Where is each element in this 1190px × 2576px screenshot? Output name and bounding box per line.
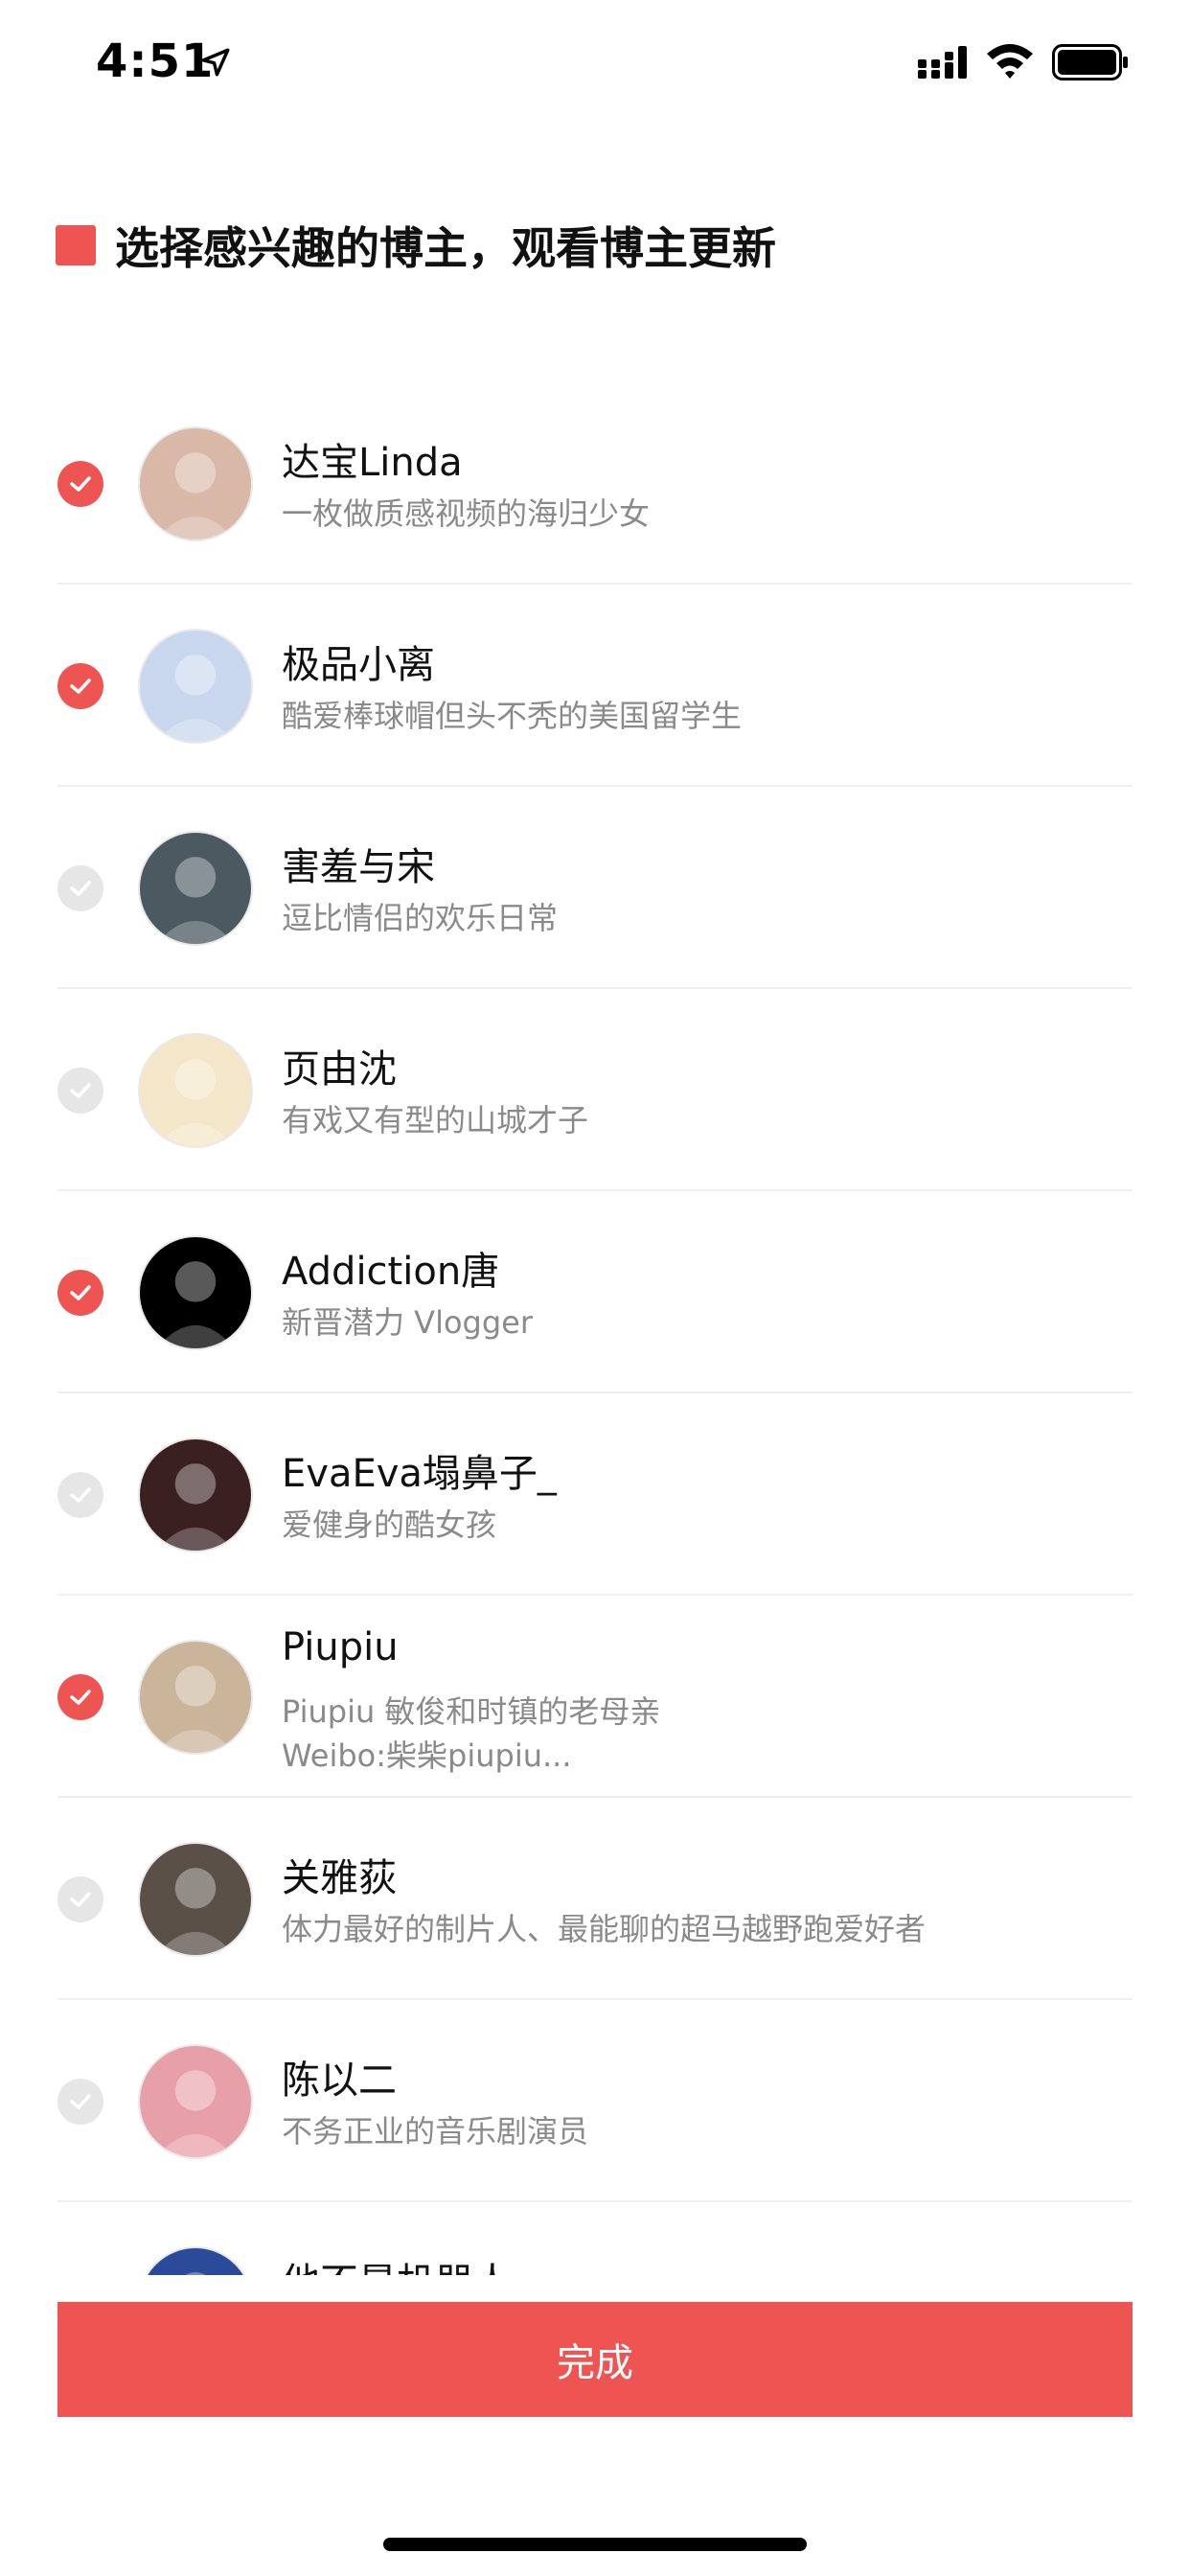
row-divider [57,1594,1133,1596]
avatar[interactable] [138,1033,253,1148]
blogger-name: 陈以二 [282,2058,397,2103]
select-checkbox[interactable] [57,1876,103,1922]
row-divider [57,2200,1133,2202]
blogger-description: 不务正业的音乐剧演员 [282,2113,589,2150]
blogger-row[interactable]: 达宝Linda 一枚做质感视频的海归少女 [0,383,1190,585]
blogger-description: 逗比情侣的欢乐日常 [282,900,559,936]
checkmark-icon [70,881,91,896]
blogger-row[interactable]: Piupiu Piupiu 敏俊和时镇的老母亲 Weibo:柴柴piupiu... [0,1597,1190,1798]
checkmark-icon [70,1690,91,1705]
select-checkbox[interactable] [57,663,103,709]
checkmark-icon [70,476,91,492]
status-time: 4:51 [96,34,215,88]
blogger-name: Addiction唐 [282,1250,500,1294]
checkmark-icon [70,1892,91,1907]
select-checkbox[interactable] [57,1472,103,1518]
select-checkbox[interactable] [57,461,103,507]
done-button[interactable]: 完成 [57,2302,1133,2417]
avatar[interactable] [138,426,253,541]
blogger-row[interactable]: 页由沈有戏又有型的山城才子 [0,990,1190,1191]
blogger-list[interactable]: 达宝Linda 一枚做质感视频的海归少女极品小离酷爱棒球帽但头不秃的美国留学生害羞… [0,383,1190,2275]
cellular-signal-icon [918,46,967,79]
checkmark-icon [70,678,91,694]
page-header: 选择感兴趣的博主，观看博主更新 [56,217,776,274]
checkmark-icon [70,1083,91,1098]
blogger-name: 达宝Linda [282,441,463,485]
checkmark-icon [70,1487,91,1503]
blogger-row[interactable]: Addiction唐新晋潜力 Vlogger [0,1192,1190,1393]
avatar[interactable] [138,1235,253,1350]
blogger-name: 页由沈 [282,1047,397,1092]
blogger-name: 极品小离 [282,643,435,687]
blogger-description: Piupiu 敏俊和时镇的老母亲 [282,1693,661,1730]
row-divider [57,785,1133,787]
blogger-name: Piupiu [282,1625,399,1669]
select-checkbox[interactable] [57,1270,103,1316]
location-arrow-icon [201,48,230,77]
checkmark-icon [70,2094,91,2109]
blogger-description: 有戏又有型的山城才子 [282,1102,589,1138]
avatar[interactable] [138,1438,253,1552]
row-divider [57,583,1133,585]
battery-icon [1052,44,1128,80]
blogger-row[interactable]: 关雅荻体力最好的制片人、最能聊的超马越野跑爱好者 [0,1799,1190,2000]
avatar[interactable] [138,831,253,946]
blogger-row[interactable]: 害羞与宋逗比情侣的欢乐日常 [0,788,1190,989]
blogger-description: 爱健身的酷女孩 [282,1506,497,1543]
blogger-name: 害羞与宋 [282,845,435,889]
blogger-name: EvaEva塌鼻子_ [282,1452,557,1496]
avatar[interactable] [138,2044,253,2159]
blogger-row[interactable]: 他不是机器人 [0,2203,1190,2275]
avatar[interactable] [138,1640,253,1755]
home-indicator[interactable] [383,2538,807,2551]
status-bar: 4:51 [0,0,1190,126]
select-checkbox[interactable] [57,865,103,911]
row-divider [57,1392,1133,1393]
checkmark-icon [70,1285,91,1300]
blogger-description: 体力最好的制片人、最能聊的超马越野跑爱好者 [282,1911,927,1947]
avatar[interactable] [138,629,253,744]
page-title: 选择感兴趣的博主，观看博主更新 [115,222,776,274]
blogger-name: 他不是机器人 [282,2251,512,2275]
wifi-icon [987,44,1033,79]
blogger-row[interactable]: 陈以二不务正业的音乐剧演员 [0,2001,1190,2202]
select-checkbox[interactable] [57,2079,103,2125]
row-divider [57,1796,1133,1798]
row-divider [57,987,1133,989]
select-checkbox[interactable] [57,1068,103,1114]
select-checkbox[interactable] [57,1674,103,1720]
avatar[interactable] [138,2246,253,2275]
blogger-description: 新晋潜力 Vlogger [282,1304,534,1341]
blogger-description: 酷爱棒球帽但头不秃的美国留学生 [282,698,743,734]
blogger-row[interactable]: 极品小离酷爱棒球帽但头不秃的美国留学生 [0,586,1190,787]
blogger-row[interactable]: EvaEva塌鼻子_ 爱健身的酷女孩 [0,1394,1190,1596]
header-marker [56,225,96,265]
avatar[interactable] [138,1842,253,1957]
blogger-name: 关雅荻 [282,1856,397,1900]
blogger-description: 一枚做质感视频的海归少女 [282,495,651,532]
blogger-description-line2: Weibo:柴柴piupiu... [282,1737,572,1774]
row-divider [57,1998,1133,2000]
row-divider [57,1189,1133,1191]
